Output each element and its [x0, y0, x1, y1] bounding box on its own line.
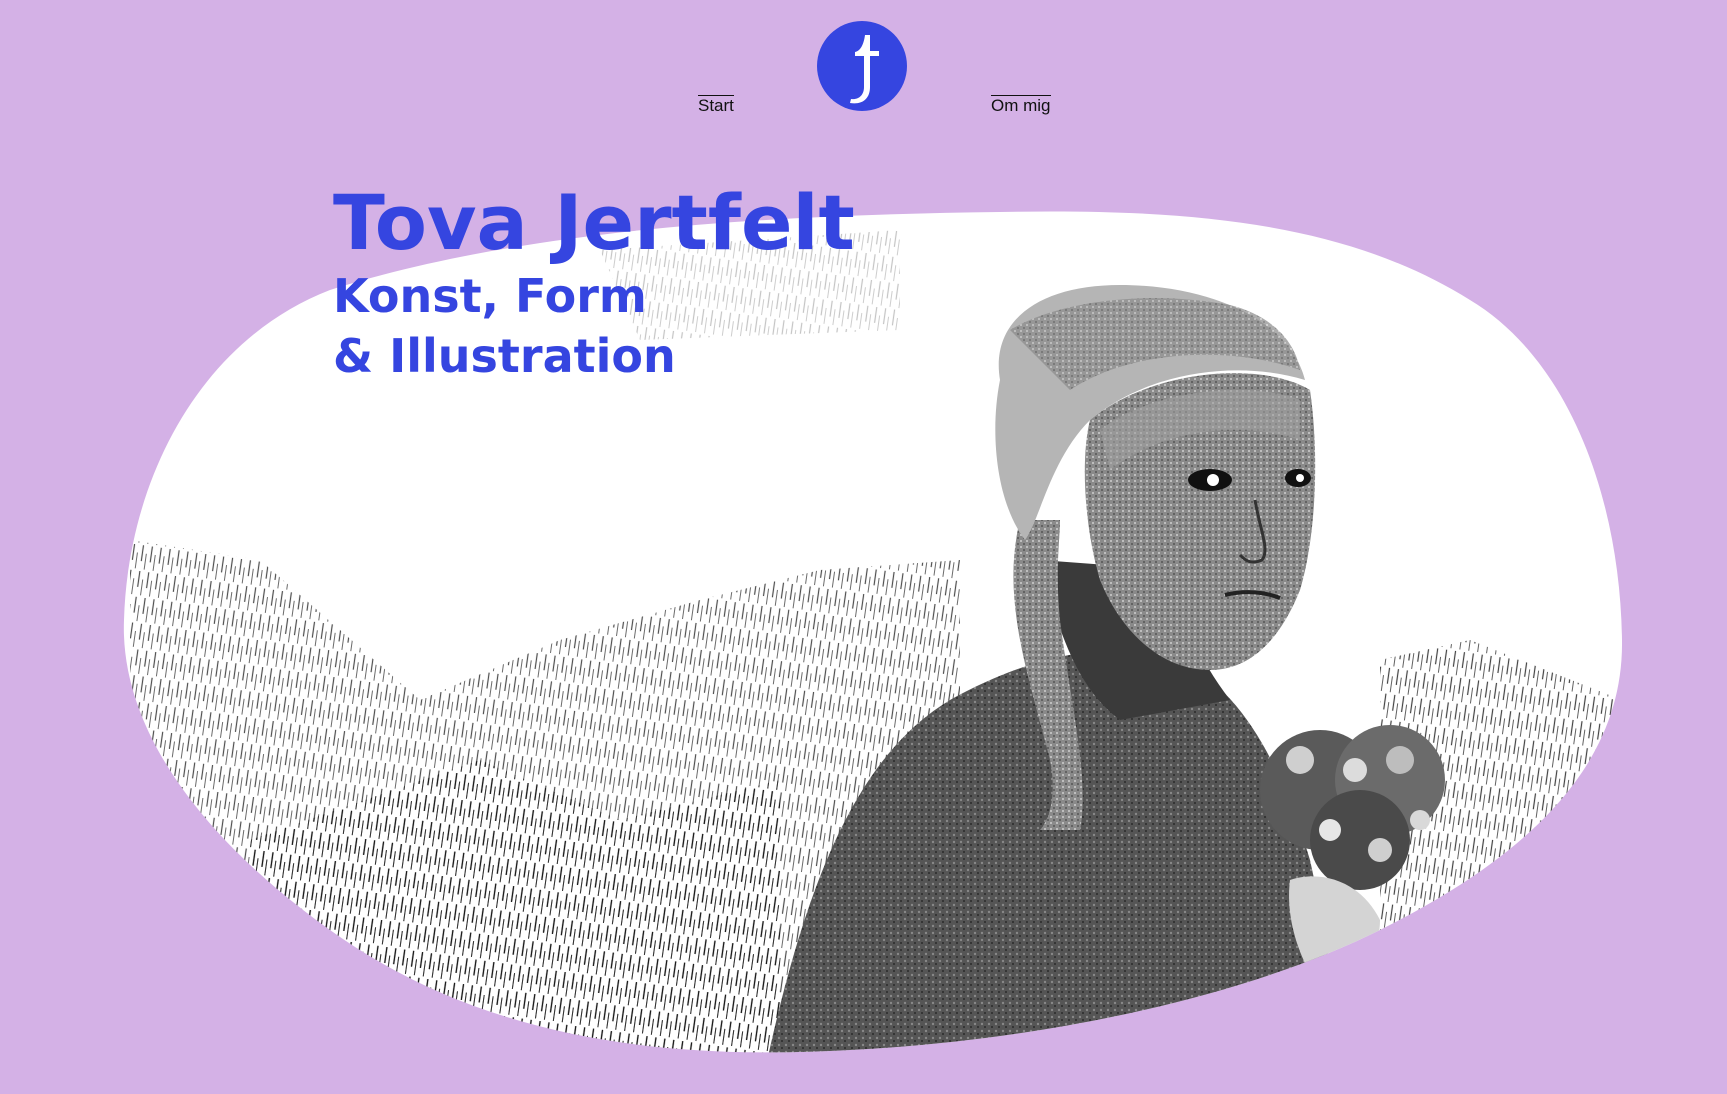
nav-link-start[interactable]: Start — [698, 95, 734, 115]
logo-icon[interactable] — [817, 21, 907, 111]
hero-artwork — [123, 211, 1623, 1053]
nav-link-om-mig[interactable]: Om mig — [991, 95, 1051, 115]
page: Start Om mig Tova Jertfelt Konst, Form &… — [0, 0, 1727, 1094]
hero-title-block: Tova Jertfelt Konst, Form & Illustration — [333, 180, 855, 386]
hero-title: Tova Jertfelt — [333, 178, 855, 267]
hero-subtitle: Konst, Form & Illustration — [333, 269, 676, 383]
